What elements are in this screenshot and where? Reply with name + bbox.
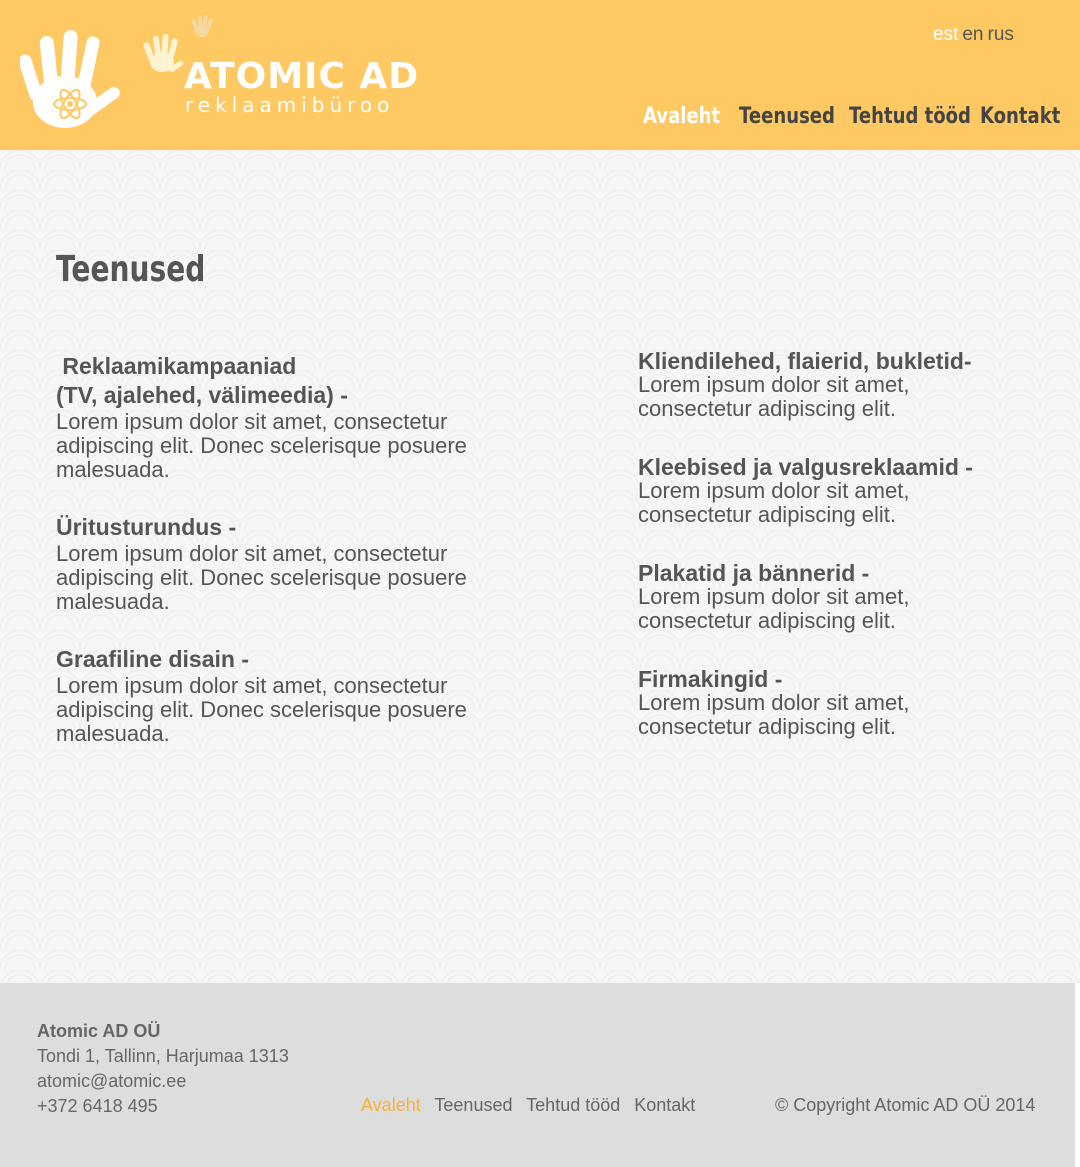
service-item: Kleebised ja valgusreklaamid - Lorem ips… bbox=[638, 455, 1028, 527]
service-description: Lorem ipsum dolor sit amet, consectetur … bbox=[638, 690, 910, 739]
service-title: Firmakingid - bbox=[638, 666, 783, 692]
footer-nav-avaleht[interactable]: Avaleht bbox=[361, 1095, 421, 1115]
brand-name: ATOMIC AD bbox=[184, 56, 420, 97]
page-title: Teenused bbox=[56, 249, 206, 290]
lang-en[interactable]: en bbox=[962, 24, 983, 45]
service-item: Üritusturundus - Lorem ipsum dolor sit a… bbox=[56, 513, 496, 614]
service-item: Kliendilehed, flaierid, bukletid- Lorem … bbox=[638, 349, 1028, 421]
site-footer: Atomic AD OÜ Tondi 1, Tallinn, Harjumaa … bbox=[0, 983, 1075, 1167]
lang-est[interactable]: est bbox=[933, 24, 958, 45]
service-description: Lorem ipsum dolor sit amet, consectetur … bbox=[638, 372, 910, 421]
service-title: Reklaamikampaaniad bbox=[56, 353, 297, 379]
service-description: Lorem ipsum dolor sit amet, consectetur … bbox=[638, 478, 910, 527]
service-description: Lorem ipsum dolor sit amet, consectetur … bbox=[56, 541, 467, 614]
footer-nav-tehtud-tood[interactable]: Tehtud tööd bbox=[526, 1095, 620, 1115]
email-link[interactable]: atomic@atomic.ee bbox=[37, 1069, 289, 1094]
footer-nav-kontakt[interactable]: Kontakt bbox=[634, 1095, 695, 1115]
service-title: Kleebised ja valgusreklaamid - bbox=[638, 454, 973, 480]
footer-nav-teenused[interactable]: Teenused bbox=[434, 1095, 512, 1115]
service-title: Plakatid ja bännerid - bbox=[638, 560, 870, 586]
main-content: Teenused Reklaamikampaaniad (TV, ajalehe… bbox=[0, 150, 1080, 983]
nav-kontakt[interactable]: Kontakt bbox=[980, 103, 1060, 131]
nav-tehtud-tood[interactable]: Tehtud tööd bbox=[849, 103, 971, 131]
copyright: © Copyright Atomic AD OÜ 2014 bbox=[775, 1095, 1036, 1115]
service-title: Graafiline disain - bbox=[56, 646, 249, 672]
language-switcher: est en rus bbox=[933, 24, 1018, 46]
nav-avaleht[interactable]: Avaleht bbox=[643, 103, 720, 131]
service-item: Reklaamikampaaniad (TV, ajalehed, välime… bbox=[56, 352, 496, 482]
main-nav: Avaleht Teenused Tehtud tööd Kontakt bbox=[0, 103, 1080, 133]
service-title: Üritusturundus - bbox=[56, 514, 237, 540]
service-description: Lorem ipsum dolor sit amet, consectetur … bbox=[56, 673, 467, 746]
small-hand-icon bbox=[143, 34, 184, 72]
page-edge bbox=[1075, 983, 1080, 1167]
service-title-line2: (TV, ajalehed, välimeedia) - bbox=[56, 382, 348, 408]
site-header: ATOMIC AD reklaamibüroo est en rus Avaleht… bbox=[0, 0, 1080, 150]
nav-teenused[interactable]: Teenused bbox=[739, 103, 835, 131]
footer-nav: Avaleht Teenused Tehtud tööd Kontakt bbox=[361, 1094, 704, 1116]
service-description: Lorem ipsum dolor sit amet, consectetur … bbox=[56, 409, 467, 482]
address: Tondi 1, Tallinn, Harjumaa 1313 bbox=[37, 1046, 289, 1066]
company-name: Atomic AD OÜ bbox=[37, 1021, 161, 1041]
phone-number: +372 6418 495 bbox=[37, 1096, 158, 1116]
tiny-hand-icon bbox=[191, 15, 213, 37]
service-item: Plakatid ja bännerid - Lorem ipsum dolor… bbox=[638, 561, 1028, 633]
services-right-column: Kliendilehed, flaierid, bukletid- Lorem … bbox=[638, 349, 1028, 773]
services-left-column: Reklaamikampaaniad (TV, ajalehed, välime… bbox=[56, 352, 496, 777]
service-description: Lorem ipsum dolor sit amet, consectetur … bbox=[638, 584, 910, 633]
service-title: Kliendilehed, flaierid, bukletid- bbox=[638, 348, 972, 374]
service-item: Firmakingid - Lorem ipsum dolor sit amet… bbox=[638, 667, 1028, 739]
lang-rus[interactable]: rus bbox=[988, 24, 1014, 45]
contact-info: Atomic AD OÜ Tondi 1, Tallinn, Harjumaa … bbox=[37, 1019, 289, 1119]
service-item: Graafiline disain - Lorem ipsum dolor si… bbox=[56, 645, 496, 746]
